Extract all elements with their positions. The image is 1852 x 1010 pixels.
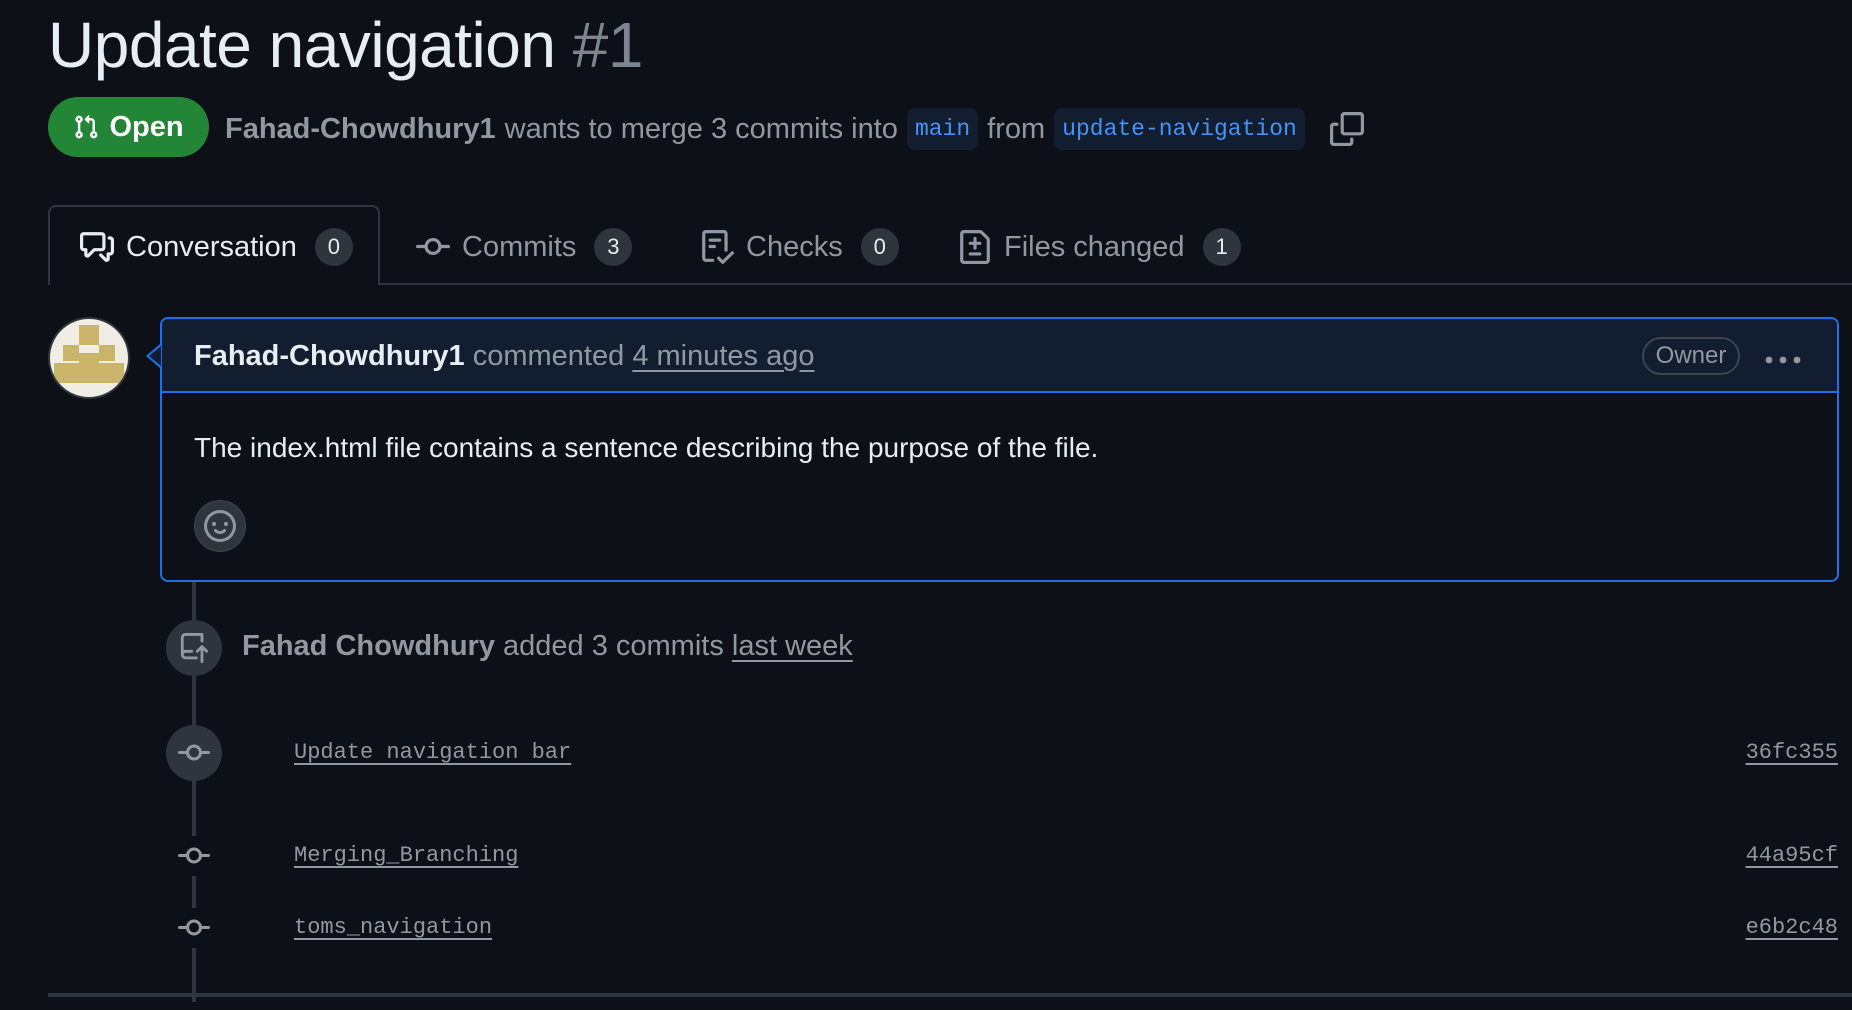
tab-files-changed-count: 1 [1202,228,1241,266]
tab-conversation-label: Conversation [126,230,297,263]
pr-merge-info: Fahad-Chowdhury1 wants to merge 3 commit… [225,108,1364,150]
kebab-menu-button[interactable] [1764,340,1802,374]
comment-timestamp-link[interactable]: 4 minutes ago [632,340,814,372]
merge-text: wants to merge 3 commits into [504,112,898,145]
git-commit-icon [178,919,210,936]
pr-title-text: Update navigation [48,9,556,81]
head-branch[interactable]: update-navigation [1054,108,1305,150]
smiley-icon [204,510,236,542]
git-commit-icon [416,237,450,255]
tab-checks[interactable]: Checks 0 [700,228,899,266]
file-diff-icon [960,230,990,264]
comment-discussion-icon [80,232,114,262]
event-action: added 3 commits [503,630,724,662]
comment-body: The index.html file contains a sentence … [194,432,1099,463]
comment-pointer-inner [149,346,161,366]
comment-meta: Fahad-Chowdhury1 commented 4 minutes ago [194,340,814,373]
commit-sha-link[interactable]: e6b2c48 [1746,915,1838,940]
commit-message-link[interactable]: Merging_Branching [294,843,518,868]
tab-files-changed[interactable]: Files changed 1 [958,228,1241,266]
tab-conversation[interactable]: Conversation 0 [80,228,353,266]
from-text: from [987,112,1046,145]
git-commit-icon [178,847,210,864]
commit-message-link[interactable]: toms_navigation [294,915,492,940]
git-commit-icon [178,744,210,761]
add-reaction-button[interactable] [194,500,246,552]
owner-badge: Owner [1642,337,1740,375]
pr-status-badge: Open [48,97,209,157]
repo-push-icon [180,633,209,663]
tab-conversation-count: 0 [314,228,353,266]
timeline-event: Fahad Chowdhury added 3 commits last wee… [242,630,853,663]
tab-files-changed-label: Files changed [1004,230,1185,263]
commit-badge [174,908,214,948]
tab-checks-count: 0 [860,228,899,266]
commit-badge [174,836,214,876]
base-branch[interactable]: main [906,108,979,150]
copy-icon[interactable] [1329,112,1364,146]
comment-action: commented [472,340,625,372]
event-author-link[interactable]: Fahad Chowdhury [242,630,495,662]
timeline-push-badge [166,620,222,676]
pr-title: Update navigation #1 [48,8,643,82]
kebab-horizontal-icon [1765,356,1801,364]
commit-message-link[interactable]: Update navigation bar [294,740,571,765]
tab-commits-label: Commits [462,230,577,263]
commit-sha-link[interactable]: 44a95cf [1746,843,1838,868]
identicon-icon [54,325,124,383]
tab-checks-label: Checks [746,230,843,263]
pr-number: #1 [572,9,644,81]
pr-author-link[interactable]: Fahad-Chowdhury1 [225,113,496,146]
git-pull-request-icon [75,114,98,139]
commit-badge [166,725,222,781]
timeline-divider [48,993,1852,997]
comment-author-link[interactable]: Fahad-Chowdhury1 [194,340,465,372]
owner-badge-label: Owner [1655,342,1727,369]
checklist-icon [702,230,734,264]
event-time-link[interactable]: last week [732,630,853,662]
tab-commits-count: 3 [594,228,633,266]
avatar[interactable] [48,317,130,399]
tab-commits[interactable]: Commits 3 [416,228,633,266]
commit-sha-link[interactable]: 36fc355 [1746,740,1838,765]
pr-status-label: Open [109,110,184,143]
